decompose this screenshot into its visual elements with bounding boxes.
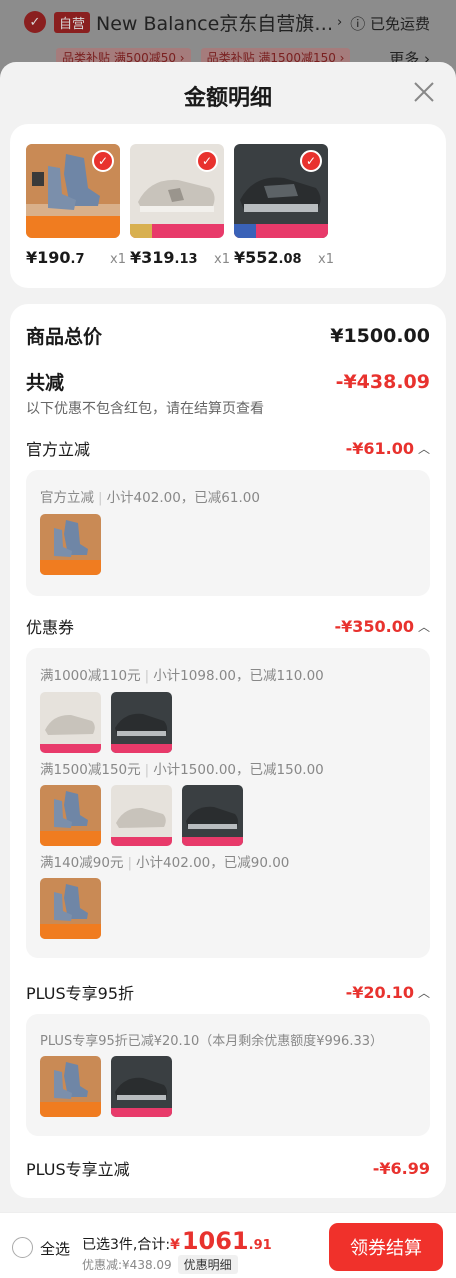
total-amount-decimal: .91 xyxy=(248,1238,272,1253)
product-image: ✓ xyxy=(26,144,120,238)
free-shipping-label: ⓘ 已免运费 xyxy=(350,15,430,33)
saved-text: 优惠减:¥438.09 xyxy=(82,1258,172,1272)
product-thumb xyxy=(111,692,172,753)
product-price: ¥190.7 xyxy=(26,248,85,267)
product-item[interactable]: ✓ ¥190.7 x1 xyxy=(26,144,126,267)
product-qty: x1 xyxy=(110,252,126,267)
section-value: -¥61.00 ︿ xyxy=(345,438,430,458)
close-icon[interactable] xyxy=(412,80,436,104)
product-card: ✓ ¥190.7 x1 ✓ ¥319.13 x1 ✓ ¥552.08 x1 xyxy=(10,124,446,288)
total-row: 商品总价 ¥1500.00 xyxy=(26,322,430,349)
product-thumb xyxy=(40,785,101,846)
detail-line: 官方立减 | 小计402.00，已减61.00 xyxy=(40,490,260,506)
detail-line: 满1000减110元 | 小计1098.00，已减110.00 xyxy=(40,668,324,684)
checkout-button[interactable]: 领券结算 xyxy=(329,1223,443,1271)
section-label: 官方立减 xyxy=(26,440,91,459)
coupon-discount-row[interactable]: 优惠券 -¥350.00 ︿ xyxy=(26,614,430,638)
store-check-icon[interactable]: ✓ xyxy=(24,11,46,33)
section-label: PLUS专享立减 xyxy=(26,1160,130,1179)
selected-check-icon[interactable]: ✓ xyxy=(92,150,114,172)
chevron-up-icon: ︿ xyxy=(417,985,430,1000)
total-label: 商品总价 xyxy=(26,326,103,348)
saved-row: 优惠减:¥438.09 优惠明细 xyxy=(82,1255,238,1274)
total-amount: 1061 xyxy=(181,1227,249,1255)
discount-label: 共减 xyxy=(26,372,65,394)
product-thumb xyxy=(111,1056,172,1117)
plus95-detail-box: PLUS专享95折已减¥20.10（本月剩余优惠额度¥996.33） xyxy=(26,1014,430,1136)
selected-check-icon[interactable]: ✓ xyxy=(196,150,218,172)
product-price: ¥552.08 xyxy=(234,248,302,267)
product-thumb xyxy=(111,785,172,846)
self-operated-tag: 自营 xyxy=(54,11,91,33)
product-image: ✓ xyxy=(234,144,328,238)
checkout-bar: 全选 已选3件,合计: ¥ 1061 .91 优惠减:¥438.09 优惠明细 … xyxy=(0,1212,456,1278)
chevron-up-icon: ︿ xyxy=(417,441,430,456)
store-name[interactable]: New Balance京东自营旗… xyxy=(96,9,331,36)
select-all-label[interactable]: 全选 xyxy=(40,1238,70,1259)
detail-line: 满140减90元 | 小计402.00，已减90.00 xyxy=(40,855,290,871)
section-value: -¥350.00 ︿ xyxy=(334,616,430,636)
official-detail-box: 官方立减 | 小计402.00，已减61.00 xyxy=(26,470,430,596)
official-discount-row[interactable]: 官方立减 -¥61.00 ︿ xyxy=(26,436,430,460)
product-price: ¥319.13 xyxy=(130,248,198,267)
plus95-discount-row[interactable]: PLUS专享95折 -¥20.10 ︿ xyxy=(26,980,430,1004)
product-qty: x1 xyxy=(214,252,230,267)
free-shipping-text: 已免运费 xyxy=(369,15,430,33)
product-thumb xyxy=(40,878,101,939)
discount-value: -¥438.09 xyxy=(335,370,430,393)
section-value: -¥6.99 xyxy=(372,1158,430,1178)
product-thumb xyxy=(40,692,101,753)
plus-direct-discount-row: PLUS专享立减 -¥6.99 xyxy=(26,1156,430,1180)
selected-check-icon[interactable]: ✓ xyxy=(300,150,322,172)
total-value: ¥1500.00 xyxy=(330,324,430,347)
coupon-detail-box: 满1000减110元 | 小计1098.00，已减110.00 满1500减150元… xyxy=(26,648,430,958)
selected-summary: 已选3件,合计: ¥ 1061 .91 xyxy=(82,1227,272,1255)
chevron-right-icon: › xyxy=(337,14,343,30)
discount-hint: 以下优惠不包含红包，请在结算页查看 xyxy=(26,401,264,417)
section-label: PLUS专享95折 xyxy=(26,984,134,1003)
detail-line: PLUS专享95折已减¥20.10（本月剩余优惠额度¥996.33） xyxy=(40,1034,383,1049)
select-all-radio[interactable] xyxy=(12,1237,33,1258)
chevron-up-icon: ︿ xyxy=(417,619,430,634)
discount-detail-chip[interactable]: 优惠明细 xyxy=(177,1255,238,1274)
amount-detail-sheet: 金额明细 ✓ ¥190.7 x1 ✓ ¥319.13 x1 ✓ ¥552.08 … xyxy=(0,62,456,1278)
product-qty: x1 xyxy=(318,252,334,267)
section-value: -¥20.10 ︿ xyxy=(345,982,430,1002)
detail-line: 满1500减150元 | 小计1500.00，已减150.00 xyxy=(40,762,324,778)
product-thumb xyxy=(40,514,101,575)
product-thumb xyxy=(182,785,243,846)
currency-symbol: ¥ xyxy=(170,1237,180,1253)
discount-row: 共减 -¥438.09 xyxy=(26,368,430,395)
product-item[interactable]: ✓ ¥552.08 x1 xyxy=(234,144,334,267)
sheet-title: 金额明细 xyxy=(183,86,272,111)
product-item[interactable]: ✓ ¥319.13 x1 xyxy=(130,144,230,267)
product-thumb xyxy=(40,1056,101,1117)
product-image: ✓ xyxy=(130,144,224,238)
section-label: 优惠券 xyxy=(26,618,75,637)
price-detail-card: 商品总价 ¥1500.00 共减 -¥438.09 以下优惠不包含红包，请在结算… xyxy=(10,304,446,1198)
selected-text: 已选3件,合计: xyxy=(82,1237,171,1253)
